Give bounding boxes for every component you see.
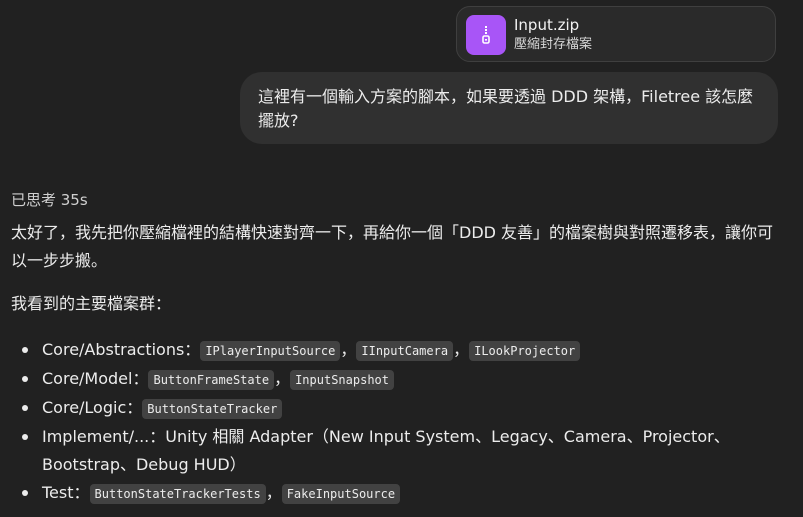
attachment-card[interactable]: Input.zip 壓縮封存檔案 bbox=[456, 6, 776, 62]
list-item-model: Core/Model： ButtonFrameState， InputSnapsho… bbox=[11, 365, 791, 394]
list-item-abstractions: Core/Abstractions： IPlayerInputSource， IIn… bbox=[11, 336, 791, 365]
bullet-label: Core/Model： bbox=[42, 369, 149, 388]
user-message-text: 這裡有一個輸入方案的腳本，如果要透過 DDD 架構，Filetree 該怎麼擺放… bbox=[258, 87, 754, 130]
inline-code: ILookProjector bbox=[469, 341, 581, 361]
thinking-duration-toggle[interactable]: 已思考 35s bbox=[11, 189, 88, 211]
inline-code: FakeInputSource bbox=[281, 484, 401, 504]
attachment-file-name: Input.zip bbox=[514, 16, 580, 34]
list-item-logic: Core/Logic： ButtonStateTracker bbox=[11, 394, 791, 423]
inline-code: IInputCamera bbox=[356, 341, 454, 361]
inline-code: ButtonFrameState bbox=[148, 370, 275, 390]
file-groups-list: Core/Abstractions： IPlayerInputSource， IIn… bbox=[11, 336, 791, 508]
separator: ， bbox=[340, 340, 357, 359]
bullet-dot bbox=[22, 405, 28, 411]
inline-code: ButtonStateTrackerTests bbox=[89, 484, 266, 504]
bullet-label: Core/Logic： bbox=[42, 398, 143, 417]
bullet-dot bbox=[22, 347, 28, 353]
user-message-bubble: 這裡有一個輸入方案的腳本，如果要透過 DDD 架構，Filetree 該怎麼擺放… bbox=[240, 72, 778, 144]
bullet-label: Test： bbox=[42, 483, 90, 502]
file-groups-heading: 我看到的主要檔案群： bbox=[11, 294, 172, 313]
bullet-text: Implement/...：Unity 相關 Adapter（New Input… bbox=[42, 427, 730, 474]
bullet-label: Core/Abstractions： bbox=[42, 340, 201, 359]
separator: ， bbox=[274, 369, 291, 388]
bullet-dot bbox=[22, 490, 28, 496]
inline-code: ButtonStateTracker bbox=[142, 399, 283, 419]
separator: ， bbox=[453, 340, 470, 359]
assistant-intro-paragraph: 太好了，我先把你壓縮檔裡的結構快速對齊一下，再給你一個「DDD 友善」的檔案樹與… bbox=[11, 223, 774, 270]
bullet-dot bbox=[22, 376, 28, 382]
list-item-test: Test： ButtonStateTrackerTests， FakeInputSo… bbox=[11, 479, 791, 508]
separator: ， bbox=[265, 483, 282, 502]
bullet-dot bbox=[22, 434, 28, 440]
inline-code: InputSnapshot bbox=[290, 370, 394, 390]
inline-code: IPlayerInputSource bbox=[200, 341, 341, 361]
zip-file-icon bbox=[466, 15, 506, 55]
attachment-file-type: 壓縮封存檔案 bbox=[514, 37, 593, 52]
list-item-implement: Implement/...：Unity 相關 Adapter（New Input… bbox=[11, 423, 791, 479]
